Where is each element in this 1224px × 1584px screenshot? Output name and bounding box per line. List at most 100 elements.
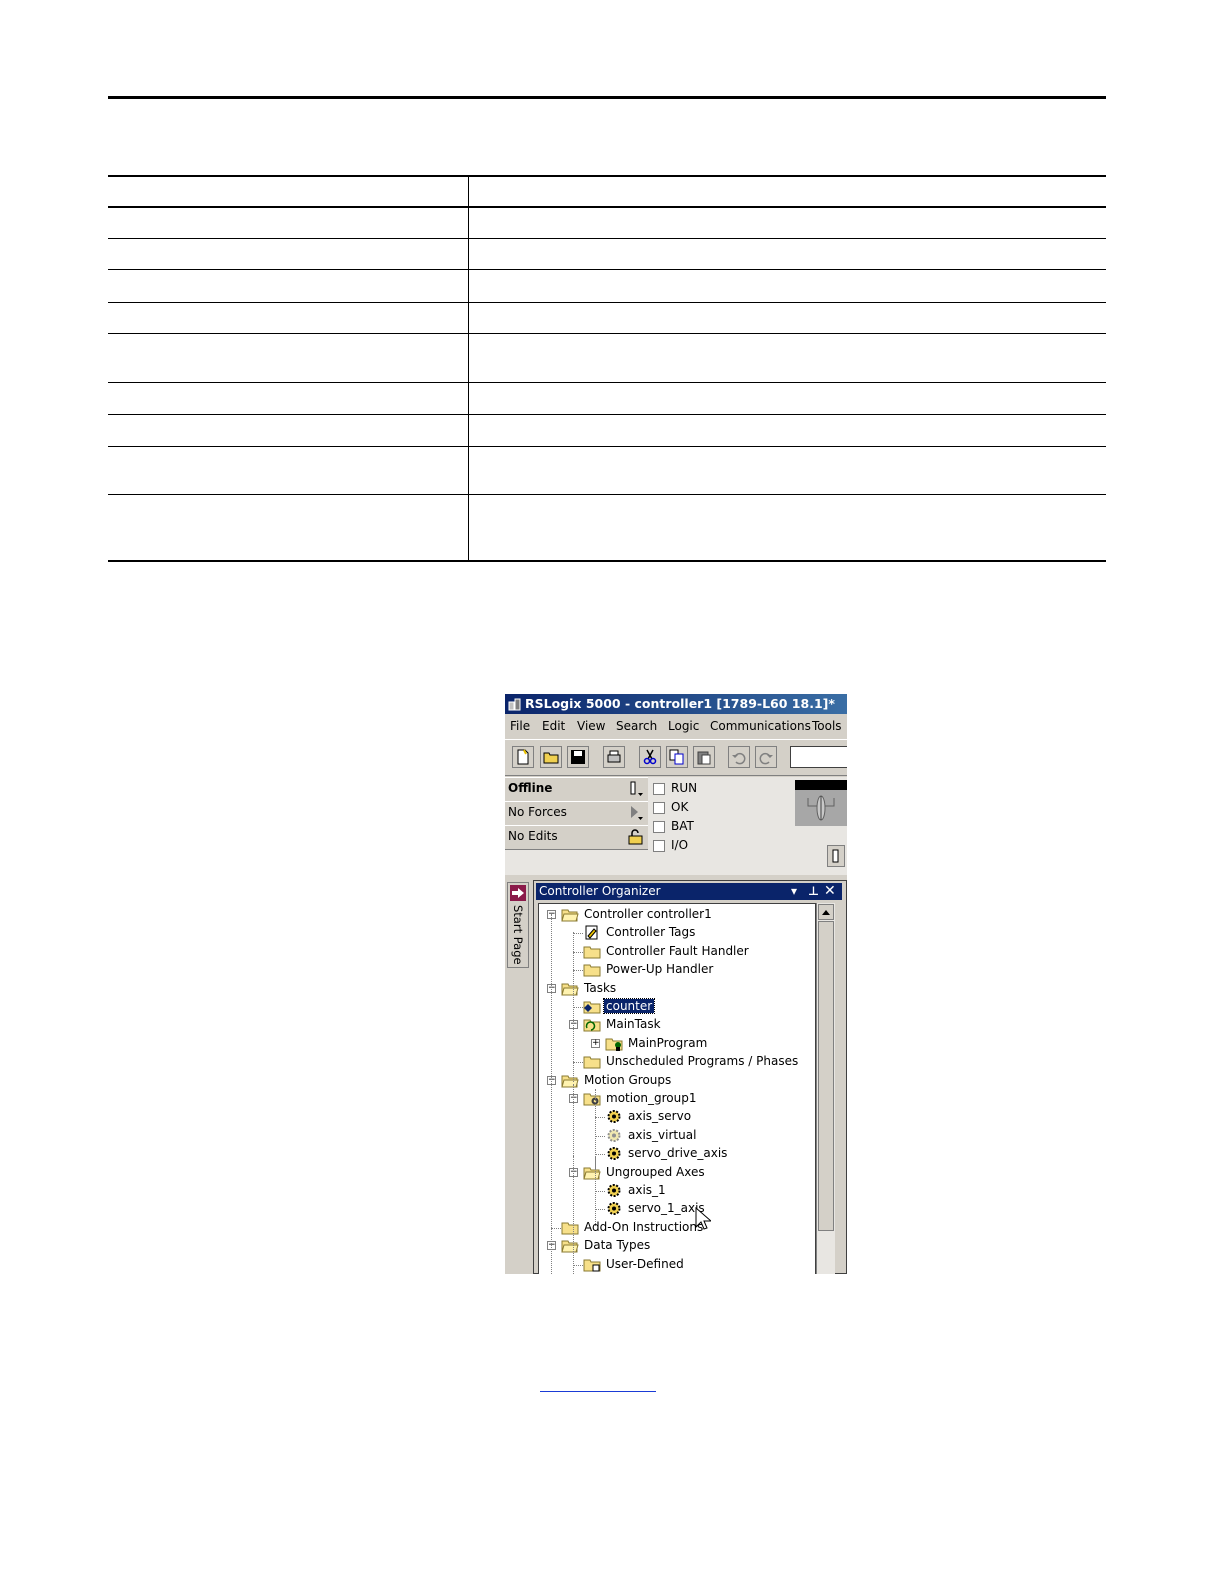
menu-search[interactable]: Search [616,719,657,733]
menu-communications[interactable]: Communications [710,719,811,733]
copy-icon [669,749,684,765]
folder-icon [583,944,601,959]
tree-node-label: axis_1 [628,1183,666,1197]
folder-icon [583,962,601,977]
folder-icon [583,1054,601,1069]
tree-node-label: User-Defined [606,1256,684,1271]
status-toggle-button[interactable] [827,845,845,867]
tree-guide-line [595,1156,596,1226]
mouse-cursor-icon [695,1206,713,1234]
title-bar: RSLogix 5000 - controller1 [1789-L60 18.… [505,694,847,714]
continuous-task-icon [583,1017,601,1032]
forces-status[interactable]: No Forces [505,801,648,826]
redo-button[interactable] [755,746,777,768]
toolbar [505,739,847,776]
open-button[interactable] [540,746,562,768]
edits-status[interactable]: No Edits [505,825,648,850]
paste-icon [697,751,711,765]
menu-logic[interactable]: Logic [668,719,699,733]
toolbar-combo-input[interactable] [790,746,847,768]
organizer-title-bar: Controller Organizer ▾ ⊥ ✕ [536,883,842,900]
axis-virtual-icon [605,1128,623,1143]
open-folder-icon [543,752,559,764]
tree-node-label: Add-On Instructions [584,1219,704,1234]
tree-guide-line [573,1156,574,1274]
folder-icon [561,1220,579,1235]
tree-node-label: Ungrouped Axes [606,1164,705,1179]
hyperlink-underline[interactable] [540,1391,656,1392]
menu-tools[interactable]: Tools [812,719,842,733]
print-button[interactable] [603,746,625,768]
rslogix-window: RSLogix 5000 - controller1 [1789-L60 18.… [505,694,847,1274]
new-button[interactable] [512,746,534,768]
save-icon [571,750,585,764]
tree-node-label: Controller Tags [606,925,696,940]
tree-node-label: MainTask [606,1017,661,1032]
tree-node-label: Controller controller1 [584,907,712,921]
close-icon[interactable]: ✕ [824,883,836,900]
pin-icon[interactable]: ⊥ [808,883,819,900]
paste-button[interactable] [693,746,715,768]
lock-icon [628,829,643,845]
event-task-icon [583,999,601,1014]
undo-button[interactable] [728,746,750,768]
tags-icon [583,925,601,940]
menu-bar: File Edit View Search Logic Communicatio… [505,715,847,737]
tree-node-label: servo_1_axis [628,1201,705,1216]
menu-file[interactable]: File [510,719,530,733]
tree-node-label: Controller Fault Handler [606,943,749,958]
window-title: RSLogix 5000 - controller1 [1789-L60 18.… [525,696,835,711]
save-button[interactable] [567,746,589,768]
tree-guide-line [573,932,574,1082]
tree-node-label: Tasks [584,980,617,995]
edits-status-label: No Edits [508,829,558,843]
tree-node-label: counter [602,998,656,1014]
motion-group-icon [583,1091,601,1106]
undo-icon [732,752,746,765]
menu-view[interactable]: View [577,719,605,733]
forces-status-label: No Forces [508,805,567,819]
empty-table [108,175,1106,562]
mode-status[interactable]: Offline [505,777,648,802]
scissors-icon [643,749,657,765]
folder-open-icon [583,1165,601,1180]
tree-node-label: motion_group1 [606,1091,697,1105]
scroll-thumb[interactable] [818,921,834,1231]
menu-edit[interactable]: Edit [542,719,565,733]
new-file-icon [517,749,529,765]
app-icon [508,698,521,711]
start-page-arrow-icon [510,885,526,901]
scroll-up-button[interactable] [818,904,834,920]
tree-node-label: axis_servo [628,1109,692,1124]
mode-dropdown-icon [630,781,643,796]
tree-node-label: Motion Groups [584,1072,672,1087]
redo-icon [759,752,773,765]
folder-open-icon [561,981,579,996]
mode-status-label: Offline [508,781,553,795]
copy-button[interactable] [666,746,688,768]
printer-icon [607,750,621,763]
folder-open-icon [561,1073,579,1088]
tree-node-label: axis_virtual [628,1127,697,1142]
folder-open-icon [561,1238,579,1253]
keyswitch-indicator [795,780,847,826]
tree-node-label: Unscheduled Programs / Phases [606,1054,799,1069]
dropdown-arrow-icon[interactable]: ▾ [791,883,797,900]
page-top-rule [108,96,1106,99]
cut-button[interactable] [639,746,661,768]
tree-node-label: MainProgram [628,1035,708,1050]
folder-open-icon [561,907,579,922]
axis-icon [605,1146,623,1161]
tree-node-label: servo_drive_axis [628,1146,728,1161]
tree-scrollbar[interactable] [816,903,835,1274]
panel-icon [832,849,839,863]
axis-icon [605,1201,623,1216]
axis-icon [605,1109,623,1124]
organizer-tree: − Controller controller1 Controller Tags Co… [538,903,816,1274]
tree-node-label: Power-Up Handler [606,962,714,977]
start-page-tab[interactable]: Start Page [507,882,529,968]
tree-guide-line [551,914,552,1274]
expander-plus-icon[interactable]: + [591,1038,600,1048]
tree-node-label: Data Types [584,1238,651,1253]
axis-icon [605,1183,623,1198]
